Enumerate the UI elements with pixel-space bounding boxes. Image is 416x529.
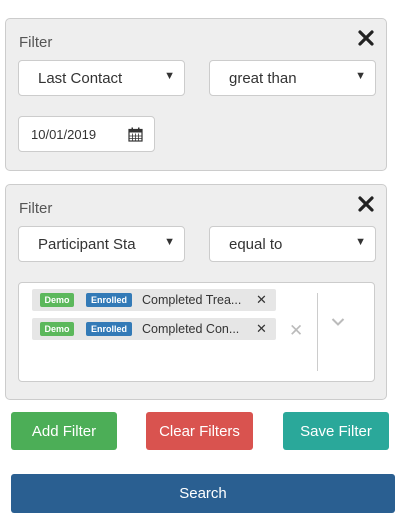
date-input[interactable]: 10/01/2019 <box>18 116 155 152</box>
remove-icon[interactable]: ✕ <box>256 292 267 308</box>
operator-select-value: equal to <box>229 236 283 253</box>
search-button[interactable]: Search <box>11 474 395 513</box>
value-multiselect[interactable]: Demo Enrolled Completed Trea... ✕ Demo E… <box>18 282 375 382</box>
operator-select-value: great than <box>229 70 297 87</box>
close-icon[interactable] <box>358 30 374 46</box>
chip-label: Completed Con... <box>142 322 240 336</box>
filter-panel-1: Filter Last Contact ▼ great than ▼ 10/01… <box>5 18 387 171</box>
chip-label: Completed Trea... <box>142 293 242 307</box>
field-select[interactable]: Participant Sta ▼ <box>18 226 185 262</box>
demo-badge: Demo <box>40 322 74 336</box>
demo-badge: Demo <box>40 293 74 307</box>
filter-title: Filter <box>19 200 53 217</box>
add-filter-button[interactable]: Add Filter <box>11 412 117 450</box>
operator-select[interactable]: equal to ▼ <box>209 226 376 262</box>
selected-value-chip: Demo Enrolled Completed Trea... ✕ <box>32 289 276 311</box>
clear-filters-button[interactable]: Clear Filters <box>146 412 253 450</box>
selected-value-chip: Demo Enrolled Completed Con... ✕ <box>32 318 276 340</box>
clear-all-icon[interactable]: ✕ <box>289 321 303 341</box>
divider <box>317 293 318 371</box>
chevron-down-icon[interactable] <box>331 317 345 327</box>
field-select[interactable]: Last Contact ▼ <box>18 60 185 96</box>
close-icon[interactable] <box>358 196 374 212</box>
date-input-value: 10/01/2019 <box>31 127 97 142</box>
remove-icon[interactable]: ✕ <box>256 321 267 337</box>
save-filter-button[interactable]: Save Filter <box>283 412 389 450</box>
enrolled-badge: Enrolled <box>86 293 132 307</box>
enrolled-badge: Enrolled <box>86 322 132 336</box>
field-select-value: Participant Sta <box>38 236 136 253</box>
caret-down-icon: ▼ <box>164 236 175 248</box>
filter-title: Filter <box>19 34 53 51</box>
caret-down-icon: ▼ <box>355 70 366 82</box>
filter-panel-2: Filter Participant Sta ▼ equal to ▼ Demo… <box>5 184 387 400</box>
caret-down-icon: ▼ <box>355 236 366 248</box>
operator-select[interactable]: great than ▼ <box>209 60 376 96</box>
calendar-icon[interactable] <box>128 127 143 142</box>
field-select-value: Last Contact <box>38 70 123 87</box>
caret-down-icon: ▼ <box>164 70 175 82</box>
